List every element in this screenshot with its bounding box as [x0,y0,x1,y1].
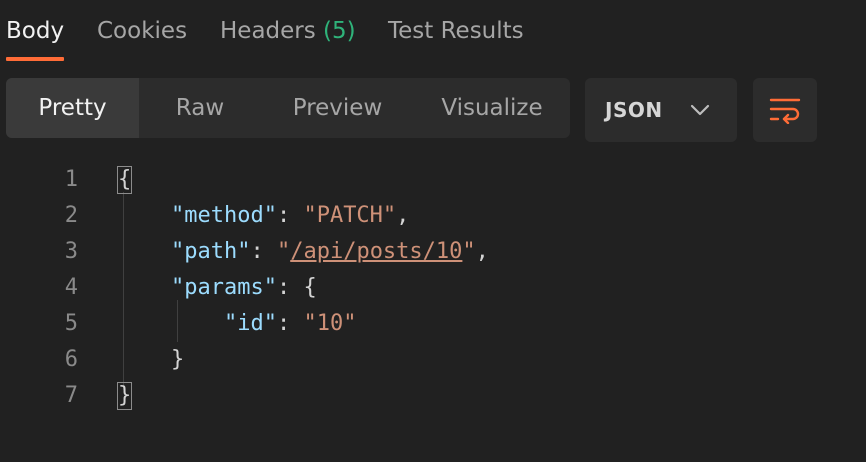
response-tabs: Body Cookies Headers (5) Test Results [0,0,866,64]
code-line-5: "id": "10" [223,311,357,336]
line-number: 7 [64,383,78,408]
code-line-7: } [116,378,133,414]
path-link[interactable]: /api/posts/10 [290,239,462,264]
code-line-2: "method": "PATCH", [170,203,410,228]
json-key: "method" [170,203,277,228]
tab-test-results[interactable]: Test Results [388,14,524,48]
active-tab-indicator [6,57,64,61]
wrap-lines-icon [769,98,801,124]
wrap-lines-button[interactable] [753,78,817,142]
line-number: 1 [64,167,78,192]
json-key: "params" [170,275,277,300]
view-raw-button[interactable]: Raw [139,78,261,138]
line-number: 3 [64,239,78,264]
code-line-6: } [118,342,184,378]
tab-cookies[interactable]: Cookies [97,14,187,48]
json-string: "10" [303,311,357,336]
code-line-3: "path": "/api/posts/10", [170,239,489,264]
format-select-value: JSON [605,98,663,122]
view-preview-button[interactable]: Preview [261,78,414,138]
json-string: "PATCH" [303,203,397,228]
view-mode-toggle: Pretty Raw Preview Visualize [6,78,570,138]
headers-count-badge: (5) [323,18,356,44]
line-number: 2 [64,203,78,228]
tab-headers[interactable]: Headers (5) [220,14,356,48]
chevron-down-icon [690,104,710,116]
tab-body[interactable]: Body [6,14,64,48]
json-key: "id" [223,311,277,336]
matched-brace: } [116,382,133,410]
close-brace: } [170,347,185,372]
tab-headers-label: Headers [220,18,316,44]
line-number: 6 [64,347,78,372]
view-pretty-button[interactable]: Pretty [6,78,139,138]
line-number: 5 [64,311,78,336]
view-visualize-button[interactable]: Visualize [414,78,570,138]
response-body-editor[interactable]: 1 2 3 4 5 6 7 { "method": "PATCH", "path… [0,162,866,422]
matched-brace: { [116,166,133,194]
code-line-4: "params": { [170,275,317,300]
line-number: 4 [64,275,78,300]
code-line-1: { [116,162,133,198]
format-select[interactable]: JSON [585,78,737,142]
json-key: "path" [170,239,251,264]
